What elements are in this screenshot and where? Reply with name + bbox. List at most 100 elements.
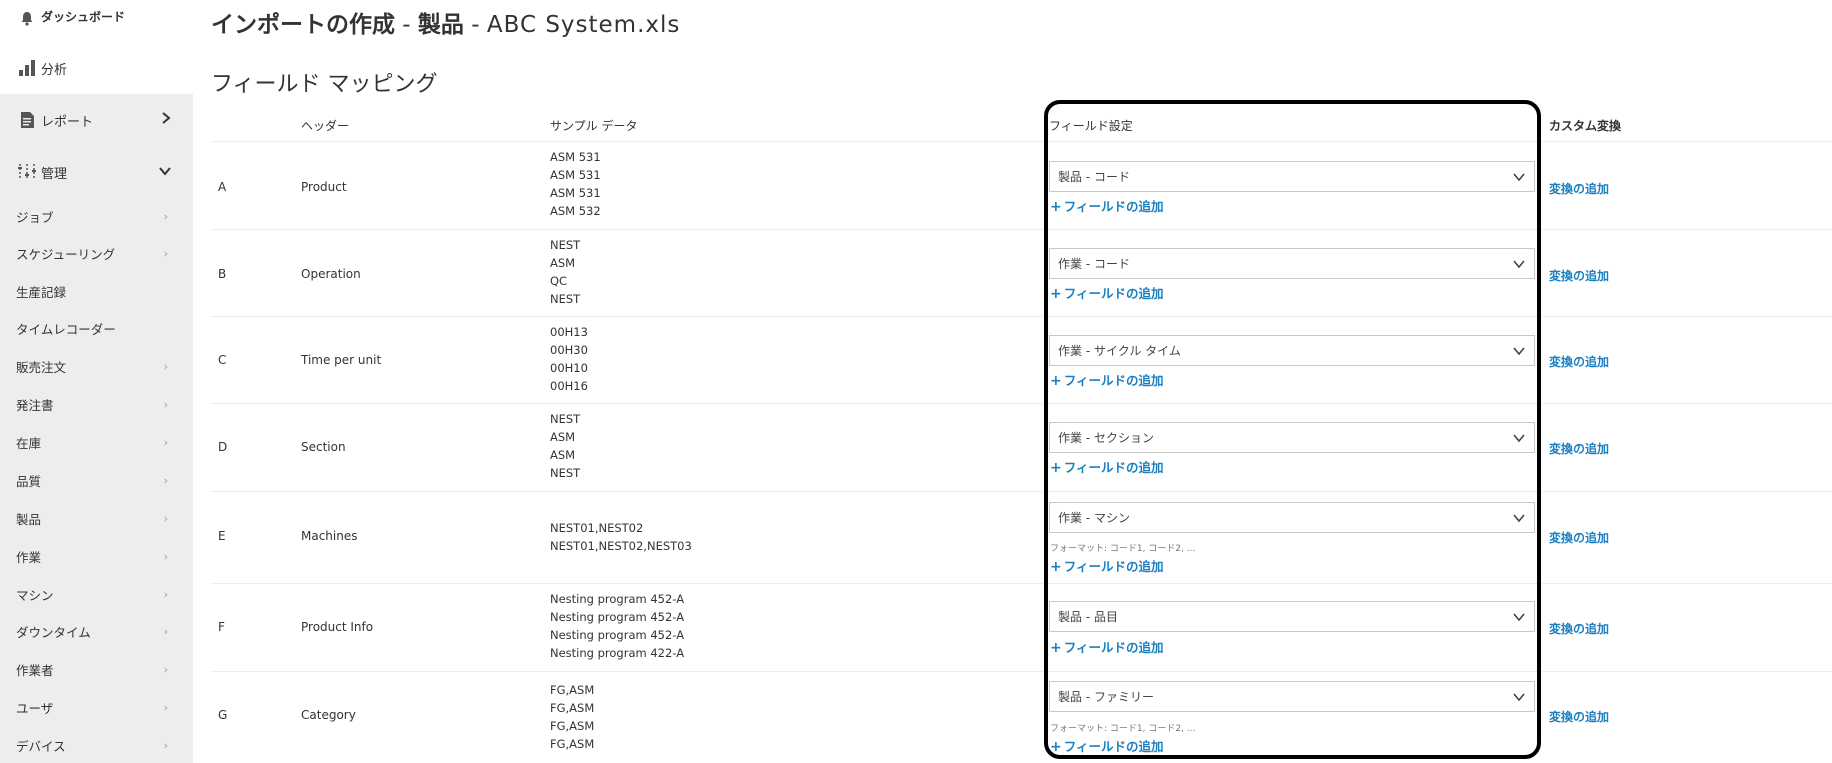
title-entity: 製品 [417,12,464,38]
table-row: A Product ASM 531 ASM 531 ASM 531 ASM 53… [211,141,1832,229]
sample-value: NEST [550,292,581,306]
sample-data: Nesting program 452-A Nesting program 45… [550,590,684,662]
sample-value: FG,ASM [550,683,595,697]
chevron-right-icon: › [163,624,168,638]
sidebar-item-users[interactable]: ユーザ › [0,688,193,726]
chevron-right-icon: › [163,209,168,223]
sidebar-item-label: ダッシュボード [41,10,126,24]
table-row: C Time per unit 00H13 00H30 00H10 00H16 … [211,316,1832,403]
chevron-down-icon [1512,344,1526,358]
row-letter: F [218,620,225,634]
sample-value: ASM 532 [550,204,601,218]
plus-icon: + [1050,199,1062,215]
add-field-link[interactable]: + フィールドの追加 [1050,637,1164,656]
sidebar-item-label: 品質 [16,473,42,489]
sample-data: ASM 531 ASM 531 ASM 531 ASM 532 [550,148,601,220]
add-field-link[interactable]: + フィールドの追加 [1050,283,1164,302]
add-transform-link[interactable]: 変換の追加 [1549,708,1609,725]
sample-data: NEST01,NEST02 NEST01,NEST02,NEST03 [550,519,692,555]
sample-value: Nesting program 422-A [550,646,685,660]
chevron-down-icon [159,164,171,180]
title-filename: ABC System.xls [486,12,681,38]
sidebar-item-machines[interactable]: マシン › [0,575,193,613]
table-row: D Section NEST ASM ASM NEST 変換の追加 [211,403,1832,491]
add-transform-link[interactable]: 変換の追加 [1549,267,1609,284]
section-title: フィールド マッピング [211,72,438,97]
sidebar-item-time-recorder[interactable]: タイムレコーダー [0,309,193,347]
field-select-value: 製品 - コード [1058,170,1130,184]
add-transform-link[interactable]: 変換の追加 [1549,620,1609,637]
row-letter: E [218,529,226,543]
sample-data: NEST ASM ASM NEST [550,410,580,482]
sidebar-item-label: タイムレコーダー [16,321,116,337]
sidebar-item-production-log[interactable]: 生産記録 [0,272,193,310]
sidebar-item-label: 発注書 [16,397,54,413]
add-transform-link[interactable]: 変換の追加 [1549,529,1609,546]
plus-icon: + [1050,559,1062,575]
sidebar-item-scheduling[interactable]: スケジューリング › [0,234,193,272]
sidebar-item-label: レポート [41,114,94,130]
sidebar-item-quality[interactable]: 品質 › [0,461,193,499]
app-root: ダッシュボード 分析 レポート 管理 ジョブ › スケジューリング › 生産記録… [0,0,1832,763]
sample-value: 00H13 [550,325,588,339]
sidebar-item-products[interactable]: 製品 › [0,499,193,537]
chevron-right-icon: › [163,738,168,752]
add-field-label: フィールドの追加 [1063,739,1164,754]
sidebar-item-label: 作業者 [16,662,54,678]
row-header-name: Category [301,708,356,722]
field-select-value: 製品 - ファミリー [1058,690,1154,704]
field-select[interactable]: 作業 - セクション [1049,422,1535,453]
sidebar-item-inventory[interactable]: 在庫 › [0,423,193,461]
field-select[interactable]: 製品 - ファミリー [1049,681,1535,712]
add-transform-link[interactable]: 変換の追加 [1549,353,1609,370]
title-separator: - [463,12,487,38]
add-field-link[interactable]: + フィールドの追加 [1050,556,1164,575]
sidebar-item-devices[interactable]: デバイス › [0,726,193,763]
field-select[interactable]: 製品 - 品目 [1049,601,1535,632]
table-row: F Product Info Nesting program 452-A Nes… [211,583,1832,671]
add-field-label: フィールドの追加 [1063,286,1164,301]
bell-icon [17,8,37,28]
plus-icon: + [1050,373,1062,389]
sample-value: NEST01,NEST02,NEST03 [550,539,692,553]
sidebar-item-operators[interactable]: 作業者 › [0,650,193,688]
add-transform-link[interactable]: 変換の追加 [1549,440,1609,457]
sidebar-item-reports[interactable]: レポート [0,94,193,146]
field-select[interactable]: 製品 - コード [1049,161,1535,192]
add-field-link[interactable]: + フィールドの追加 [1050,736,1164,755]
sidebar-item-jobs[interactable]: ジョブ › [0,197,193,235]
row-header-name: Product [301,180,347,194]
sidebar-item-dashboard[interactable]: ダッシュボード [0,0,193,42]
field-select[interactable]: 作業 - サイクル タイム [1049,335,1535,366]
chevron-right-icon: › [163,587,168,601]
add-transform-link[interactable]: 変換の追加 [1549,180,1609,197]
chevron-right-icon: › [163,246,168,260]
chevron-right-icon: › [163,700,168,714]
sidebar-item-label: ジョブ [16,209,54,225]
add-field-link[interactable]: + フィールドの追加 [1050,457,1164,476]
sample-value: Nesting program 452-A [550,610,685,624]
add-field-link[interactable]: + フィールドの追加 [1050,370,1164,389]
field-select-value: 作業 - サイクル タイム [1058,344,1181,358]
sidebar-item-label: 作業 [16,549,42,565]
chevron-down-icon [1512,170,1526,184]
sample-data: 00H13 00H30 00H10 00H16 [550,323,588,395]
sidebar-item-purchase-orders[interactable]: 発注書 › [0,385,193,423]
sidebar-item-admin[interactable]: 管理 [0,146,193,198]
row-header-name: Product Info [301,620,374,634]
chevron-down-icon [1512,610,1526,624]
sidebar-item-analysis[interactable]: 分析 [0,42,193,94]
sidebar-item-operations[interactable]: 作業 › [0,537,193,575]
title-separator: - [395,12,418,38]
field-select[interactable]: 作業 - マシン [1049,502,1535,533]
field-select[interactable]: 作業 - コード [1049,248,1535,279]
column-header-field-settings: フィールド設定 [1049,119,1133,133]
chevron-right-icon: › [163,473,168,487]
sidebar-item-sales-orders[interactable]: 販売注文 › [0,347,193,385]
sidebar-item-downtime[interactable]: ダウンタイム › [0,612,193,650]
add-field-link[interactable]: + フィールドの追加 [1050,196,1164,215]
plus-icon: + [1050,460,1062,476]
sample-value: Nesting program 452-A [550,592,685,606]
sample-value: NEST [550,238,581,252]
field-select-value: 作業 - マシン [1058,511,1130,525]
